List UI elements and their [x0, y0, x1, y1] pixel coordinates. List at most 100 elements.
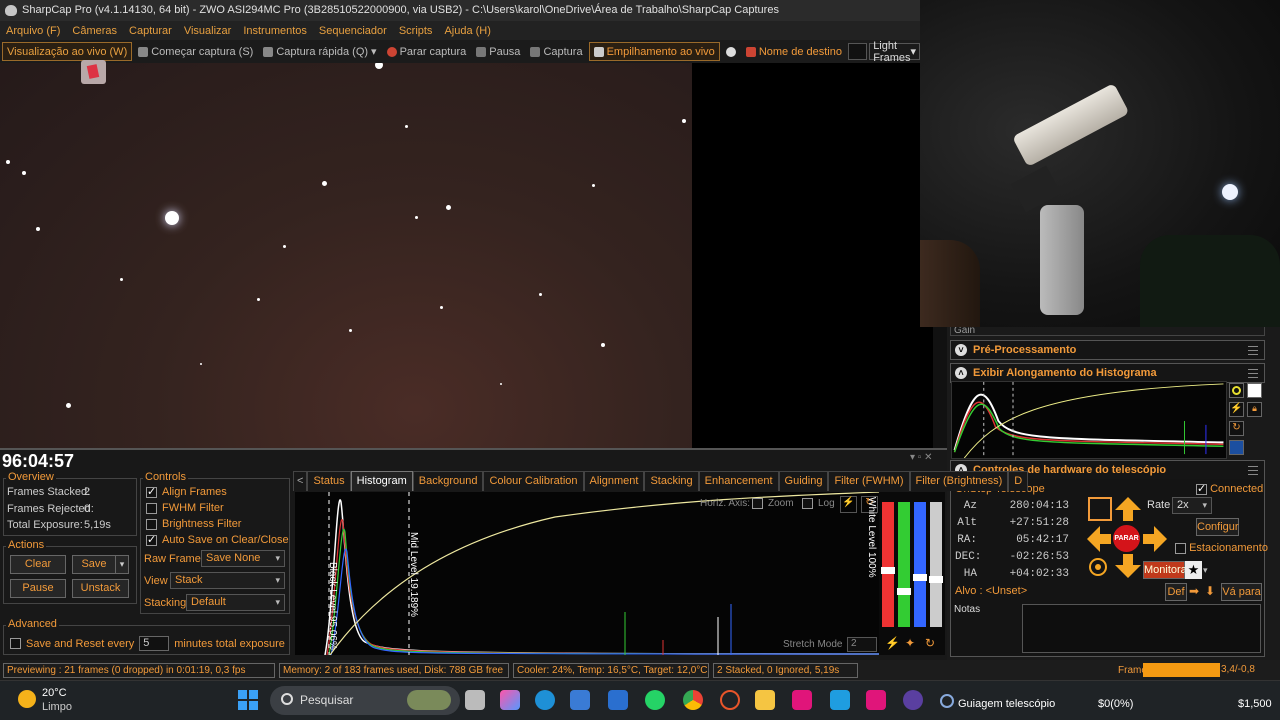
guiding-label[interactable]: Guiagem telescópio: [958, 698, 1055, 710]
edge-icon[interactable]: [535, 690, 555, 710]
brightness-filter-checkbox[interactable]: [146, 518, 157, 530]
arrow-up-icon[interactable]: [1114, 496, 1142, 522]
lightning-icon[interactable]: ⚡: [885, 636, 900, 650]
log-option[interactable]: Log: [802, 498, 835, 509]
live-stack-button[interactable]: Empilhamento ao vivo: [588, 42, 720, 61]
reset-icon[interactable]: ↻: [1229, 421, 1244, 436]
image-viewer[interactable]: [0, 63, 692, 448]
stop-capture-button[interactable]: Parar captura: [383, 42, 471, 61]
opera-icon[interactable]: [720, 690, 740, 710]
connected-checkbox[interactable]: Connected: [1196, 482, 1263, 495]
tab-scroll-left[interactable]: <: [293, 471, 308, 491]
menu-tools[interactable]: Instrumentos: [237, 25, 313, 37]
chevron-up-icon[interactable]: ˄: [955, 367, 967, 379]
windows-start-icon[interactable]: [238, 690, 258, 710]
whatsapp-icon[interactable]: [645, 690, 665, 710]
arrow-right-icon[interactable]: [1142, 525, 1168, 553]
tab-status[interactable]: Status: [307, 471, 351, 491]
zoom-option[interactable]: Zoom: [752, 498, 794, 509]
hamburger-icon[interactable]: [1248, 369, 1258, 378]
chrome-icon[interactable]: [683, 690, 703, 710]
store-icon[interactable]: [570, 690, 590, 710]
sharpcap-taskbar-icon[interactable]: [792, 690, 812, 710]
save-reset-minutes-input[interactable]: 5: [139, 636, 170, 651]
auto-stretch-button[interactable]: [1229, 383, 1244, 398]
tab-background[interactable]: Background: [412, 471, 484, 491]
save-reset-checkbox[interactable]: [10, 638, 21, 649]
clear-button[interactable]: Clear: [10, 555, 66, 574]
menu-help[interactable]: Ajuda (H): [438, 25, 496, 37]
section-preprocessing[interactable]: ˅ Pré-Processamento: [950, 340, 1265, 360]
lock-icon[interactable]: 🔒︎: [1247, 402, 1262, 417]
connected-check[interactable]: [1196, 482, 1207, 495]
unstack-button[interactable]: Unstack: [72, 579, 129, 598]
goto-button[interactable]: Vá para: [1221, 583, 1262, 601]
chevron-down-icon[interactable]: ▾: [371, 45, 377, 58]
notes-textarea[interactable]: [1022, 604, 1261, 653]
menu-cameras[interactable]: Câmeras: [66, 25, 123, 37]
tab-filter-brightness[interactable]: Filter (Brightness): [909, 471, 1009, 491]
stacking-select[interactable]: Default: [186, 594, 285, 611]
mini-histogram[interactable]: [951, 381, 1227, 459]
dock-window-controls[interactable]: ▾ ▫ ✕: [910, 452, 933, 463]
blue-level-slider[interactable]: [914, 502, 926, 627]
lightning-icon[interactable]: ⚡: [1229, 402, 1244, 417]
parking-check[interactable]: [1175, 542, 1186, 554]
lightning-icon[interactable]: ⚡: [840, 496, 857, 513]
brightness-filter-row[interactable]: Brightness Filter: [146, 518, 241, 530]
arrow-down-icon[interactable]: [1114, 553, 1142, 579]
copilot-icon[interactable]: [500, 690, 520, 710]
histogram-overlay-icon[interactable]: [81, 60, 106, 84]
fwhm-filter-checkbox[interactable]: [146, 502, 157, 514]
menu-sequencer[interactable]: Sequenciador: [313, 25, 393, 37]
chevron-down-icon[interactable]: ▾: [1203, 561, 1214, 579]
parking-checkbox[interactable]: Estacionamento: [1175, 542, 1268, 554]
red-level-slider[interactable]: [882, 502, 894, 627]
menu-capture[interactable]: Capturar: [123, 25, 178, 37]
hamburger-icon[interactable]: [1248, 346, 1258, 355]
frame-type-select[interactable]: Light Frames ▾: [869, 40, 920, 64]
record-dot[interactable]: [722, 42, 740, 61]
pause-stack-button[interactable]: Pause: [10, 579, 66, 598]
view-select[interactable]: Stack: [170, 572, 285, 589]
menu-file[interactable]: Arquivo (F): [0, 25, 66, 37]
live-view-button[interactable]: Visualização ao vivo (W): [2, 42, 133, 61]
capture-button[interactable]: Captura: [526, 42, 586, 61]
arrow-down-small-icon[interactable]: ⬇: [1205, 584, 1219, 599]
app-icon[interactable]: [830, 690, 850, 710]
align-frames-row[interactable]: Align Frames: [146, 485, 227, 498]
arrow-right-small-icon[interactable]: ➡: [1189, 584, 1203, 599]
white-level-handle[interactable]: [929, 576, 943, 583]
menu-view[interactable]: Visualizar: [178, 25, 238, 37]
zoom-checkbox[interactable]: [752, 498, 763, 509]
rate-select[interactable]: 2x: [1172, 497, 1212, 514]
hamburger-icon[interactable]: [1248, 466, 1258, 475]
tab-colour-calibration[interactable]: Colour Calibration: [483, 471, 584, 491]
start-capture-button[interactable]: Começar captura (S): [134, 42, 257, 61]
stack-histogram[interactable]: [295, 492, 879, 655]
section-histogram-stretch[interactable]: ˄ Exibir Alongamento do Histograma: [950, 363, 1265, 383]
tab-filter-fwhm[interactable]: Filter (FWHM): [828, 471, 910, 491]
task-view-icon[interactable]: [465, 690, 485, 710]
file-explorer-icon[interactable]: [755, 690, 775, 710]
def-button[interactable]: Def: [1165, 583, 1187, 601]
stretch-mode-input[interactable]: 2: [847, 637, 877, 652]
fwhm-filter-row[interactable]: FWHM Filter: [146, 502, 224, 514]
log-checkbox[interactable]: [802, 498, 813, 509]
auto-save-checkbox[interactable]: [146, 533, 157, 546]
align-frames-checkbox[interactable]: [146, 485, 157, 498]
contrast-icon[interactable]: [1247, 383, 1262, 398]
target-crosshair-icon[interactable]: [1086, 555, 1110, 579]
green-level-slider[interactable]: [898, 502, 910, 627]
target-name-input[interactable]: [847, 43, 868, 60]
star-icon[interactable]: ★: [1185, 561, 1202, 579]
stop-telescope-button[interactable]: PARAR: [1113, 525, 1140, 552]
auto-save-row[interactable]: Auto Save on Clear/Close: [146, 533, 289, 546]
red-level-handle[interactable]: [881, 567, 895, 574]
raw-frames-select[interactable]: Save None: [201, 550, 285, 567]
menu-scripts[interactable]: Scripts: [393, 25, 439, 37]
configure-button[interactable]: Configur: [1196, 518, 1239, 536]
tab-guiding[interactable]: Guiding: [778, 471, 829, 491]
tab-histogram[interactable]: Histogram: [350, 471, 413, 491]
tab-enhancement[interactable]: Enhancement: [698, 471, 779, 491]
